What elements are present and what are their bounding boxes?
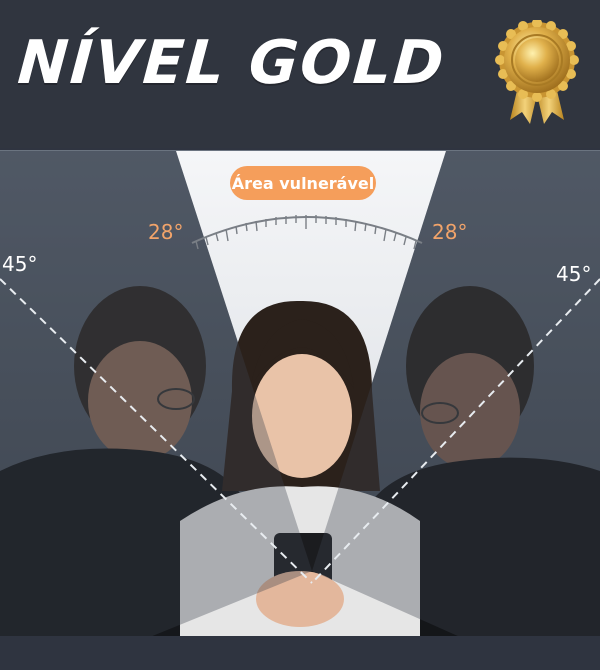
angle-left-outer: 45° [2, 252, 38, 276]
angle-right-outer: 45° [556, 262, 592, 286]
illustration-panel [0, 150, 600, 637]
header: NÍVEL GOLD [0, 0, 600, 148]
vulnerable-area-badge: Área vulnerável [230, 166, 376, 200]
gold-medal-icon [495, 20, 579, 124]
bottom-bar [0, 636, 600, 670]
privacy-angle-illustration [0, 151, 600, 637]
angle-left-inner: 28° [148, 220, 184, 244]
angle-right-inner: 28° [432, 220, 468, 244]
page: NÍVEL GOLD Área vulnerável 28° 28° 45° 4… [0, 0, 600, 670]
page-title: NÍVEL GOLD [15, 28, 448, 98]
